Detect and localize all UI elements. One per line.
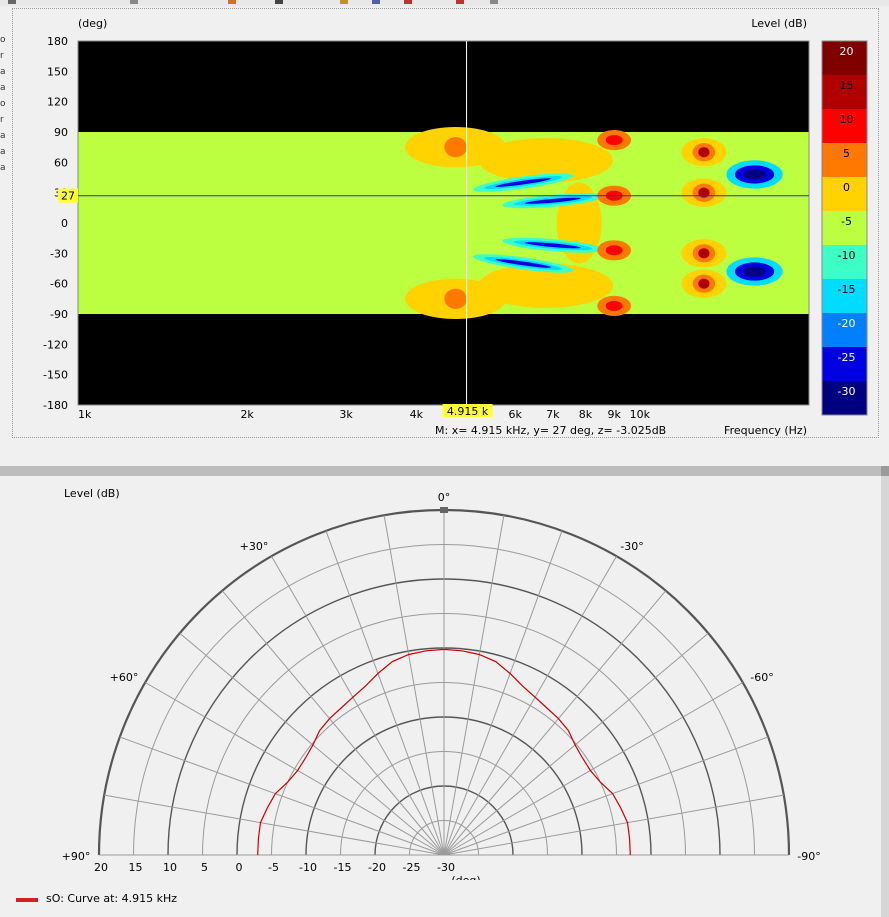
polar-level-label: Level (dB) <box>64 487 120 500</box>
colorbar-tick-label: 15 <box>840 79 854 92</box>
contour-red <box>605 245 623 256</box>
radial-tick-label: 20 <box>94 861 108 874</box>
panel-splitter[interactable] <box>0 466 889 476</box>
colorbar-tick-label: -10 <box>838 249 856 262</box>
toolbar-icon-5[interactable] <box>340 0 348 4</box>
heatmap-svg[interactable]: 1801501209060300-30-60-90-120-150-1801k2… <box>13 9 878 437</box>
angle-label-plus60: +60° <box>110 671 139 684</box>
legend-label: sO: Curve at: 4.915 kHz <box>46 892 178 905</box>
x-tick-label: 8k <box>579 408 593 421</box>
colorbar-tick-label: -15 <box>838 283 856 296</box>
left-edge-char: r <box>0 115 4 125</box>
y-tick-label: -180 <box>43 399 68 412</box>
contour-red <box>605 300 623 311</box>
left-edge-char: o <box>0 35 6 45</box>
contour-darkred <box>698 248 710 259</box>
left-edge-char: r <box>0 51 4 61</box>
toolbar-strip <box>0 0 889 6</box>
radial-tick-label: 10 <box>163 861 177 874</box>
radial-tick-label: 15 <box>129 861 143 874</box>
left-edge-char: a <box>0 131 6 141</box>
marker-x-flag: 4.915 k <box>447 405 489 418</box>
contour-darkred <box>698 278 710 289</box>
toolbar-icon-2[interactable] <box>130 0 138 4</box>
colorbar-tick-label: 5 <box>843 147 850 160</box>
y-tick-label: -120 <box>43 338 68 351</box>
y-unit-label: (deg) <box>78 17 107 30</box>
toolbar-icon-9[interactable] <box>490 0 498 4</box>
angle-label-minus60: -60° <box>750 671 773 684</box>
toolbar-icon-6[interactable] <box>372 0 380 4</box>
colorbar-tick-label: -20 <box>838 317 856 330</box>
right-scrollbar[interactable] <box>881 476 889 917</box>
contour-orange <box>444 137 467 158</box>
radial-tick-label: -5 <box>268 861 279 874</box>
colorbar-tick-label: -5 <box>841 215 852 228</box>
radial-tick-label: -20 <box>368 861 386 874</box>
polar-radial-unit: (deg) <box>451 874 480 880</box>
z-unit-label: Level (dB) <box>751 17 807 30</box>
left-edge-char: a <box>0 147 6 157</box>
y-tick-label: 120 <box>47 96 68 109</box>
colorbar-tick-label: -30 <box>838 385 856 398</box>
angle-label-0: 0° <box>438 491 451 504</box>
contour-darkred <box>698 187 710 198</box>
toolbar-icon-7[interactable] <box>404 0 412 4</box>
contour-orange <box>444 288 467 309</box>
contour-darkblue <box>743 169 766 180</box>
x-tick-label: 3k <box>339 408 353 421</box>
y-tick-label: -90 <box>50 308 68 321</box>
y-tick-label: 60 <box>54 156 68 169</box>
y-tick-label: 150 <box>47 65 68 78</box>
left-edge-char: a <box>0 163 6 173</box>
left-edge-char: a <box>0 67 6 77</box>
y-tick-label: -150 <box>43 369 68 382</box>
toolbar-icon-4[interactable] <box>275 0 283 4</box>
polar-chart: 20 15 10 5 0 -5 -10 -15 -20 -25 -30 0° +30° -30° +60° -… <box>62 487 821 880</box>
radial-tick-label: -25 <box>403 861 421 874</box>
angle-label-plus30: +30° <box>240 540 269 553</box>
toolbar-icon-3[interactable] <box>228 0 236 4</box>
x-tick-label: 10k <box>630 408 651 421</box>
x-tick-label: 6k <box>509 408 523 421</box>
colorbar-tick-label: 20 <box>840 45 854 58</box>
y-tick-label: 0 <box>61 217 68 230</box>
x-tick-label: 7k <box>546 408 560 421</box>
x-axis-label: Frequency (Hz) <box>724 424 807 437</box>
heatmap-panel: 1801501209060300-30-60-90-120-150-1801k2… <box>12 8 879 438</box>
y-tick-label: -60 <box>50 278 68 291</box>
marker-readout: M: x= 4.915 kHz, y= 27 deg, z= -3.025dB <box>435 424 666 437</box>
radial-tick-label: -30 <box>437 861 455 874</box>
x-tick-label: 4k <box>410 408 424 421</box>
x-tick-label: 9k <box>607 408 621 421</box>
x-tick-label: 2k <box>240 408 254 421</box>
radial-tick-label: -10 <box>299 861 317 874</box>
y-tick-label: 180 <box>47 35 68 48</box>
colorbar-tick-label: 0 <box>843 181 850 194</box>
y-tick-label: 90 <box>54 126 68 139</box>
toolbar-icon-1[interactable] <box>8 0 16 4</box>
contour-darkblue <box>743 266 766 277</box>
contour-red <box>605 135 623 146</box>
left-edge-char: a <box>0 83 6 93</box>
colorbar-tick-label: -25 <box>838 351 856 364</box>
polar-top-handle <box>440 507 448 513</box>
legend-swatch <box>16 898 38 902</box>
radial-tick-label: 5 <box>201 861 208 874</box>
marker-y-flag: 27 <box>61 190 75 203</box>
colorbar-tick-label: 10 <box>840 113 854 126</box>
toolbar-icon-8[interactable] <box>456 0 464 4</box>
y-tick-label: -30 <box>50 247 68 260</box>
left-edge-char: o <box>0 99 6 109</box>
contour-darkred <box>698 147 710 158</box>
angle-label-minus90: -90° <box>797 850 820 863</box>
radial-tick-label: 0 <box>236 861 243 874</box>
angle-label-minus30: -30° <box>620 540 643 553</box>
radial-tick-label: -15 <box>334 861 352 874</box>
x-tick-label: 1k <box>78 408 92 421</box>
angle-label-plus90: +90° <box>62 850 91 863</box>
